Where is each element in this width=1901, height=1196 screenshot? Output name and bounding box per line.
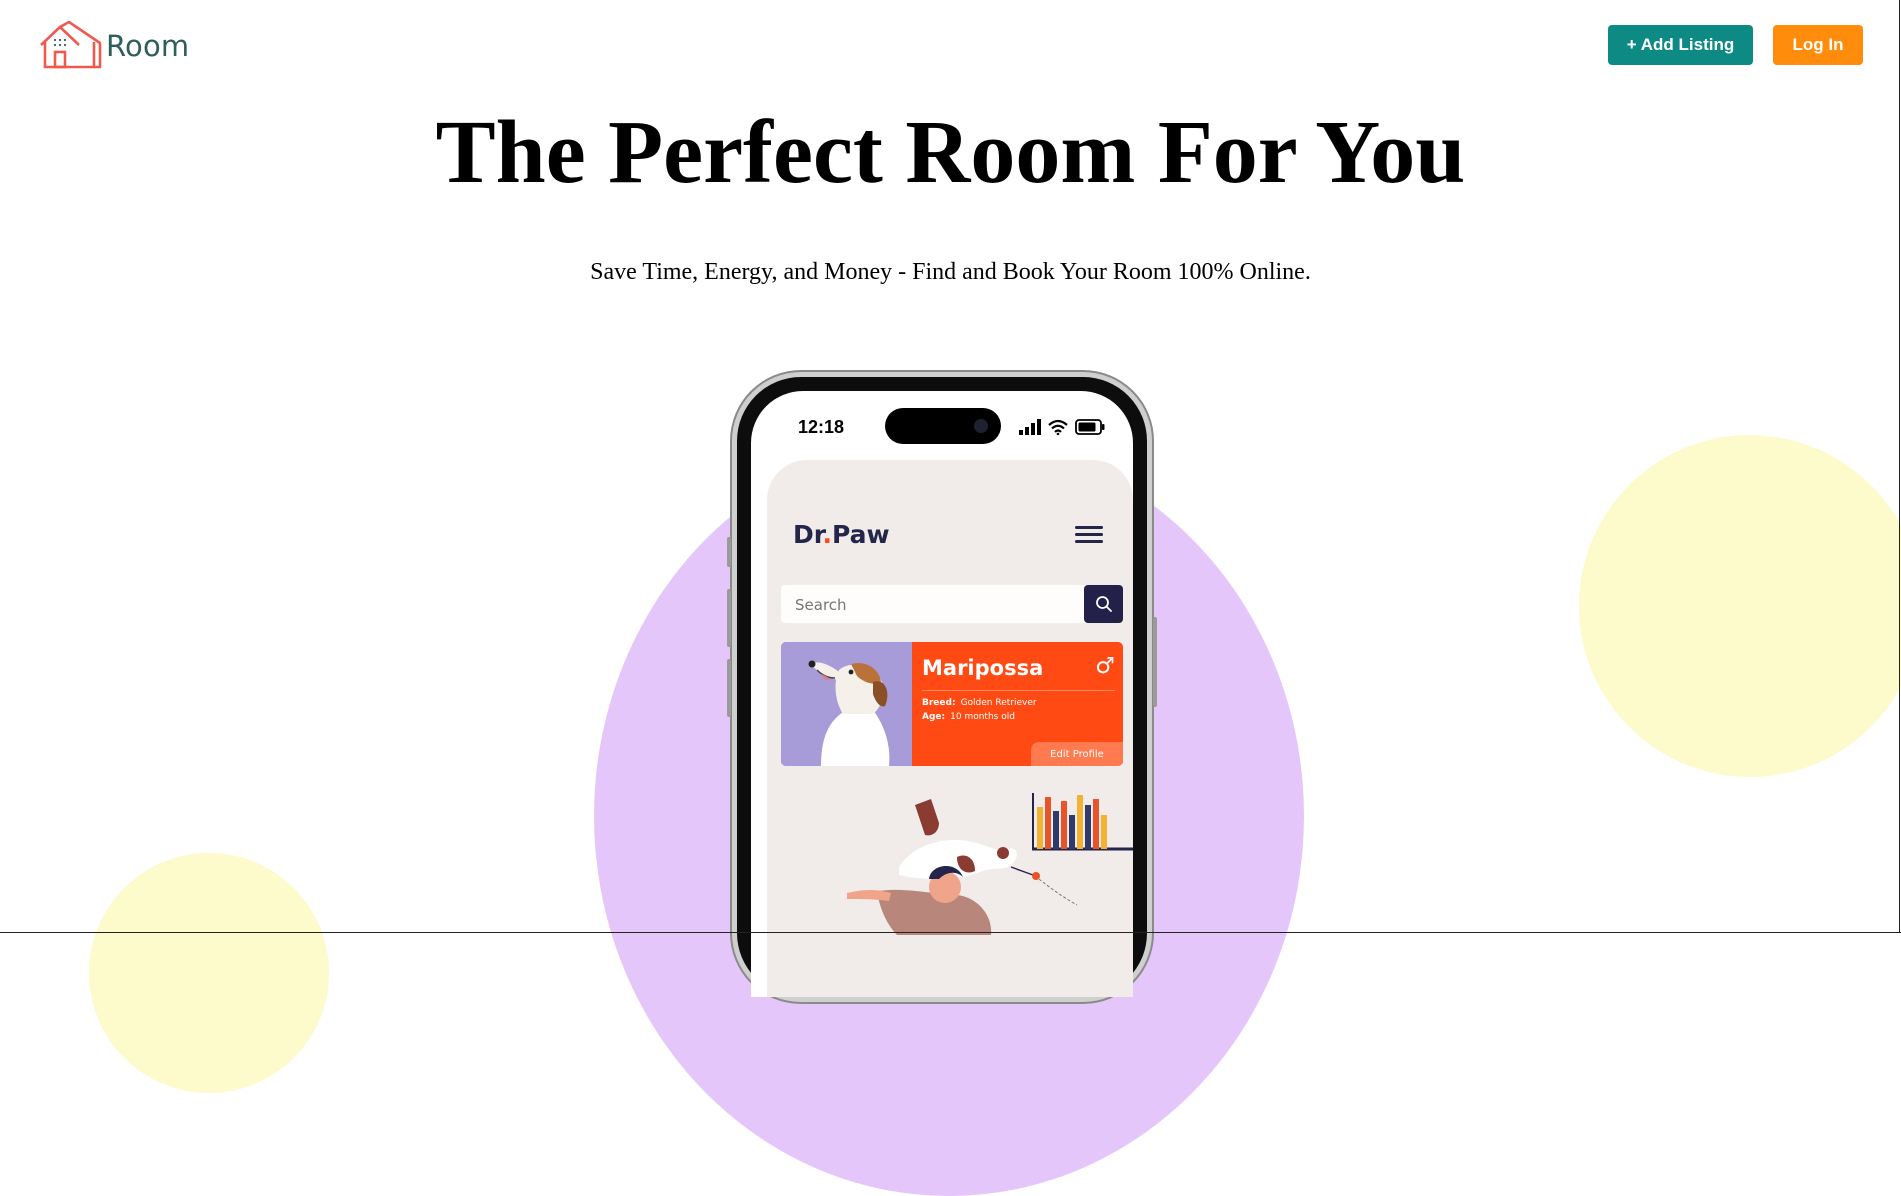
breed-label: Breed: [922, 698, 956, 708]
site-logo[interactable]: Room [38, 21, 189, 71]
app-search-button[interactable] [1084, 585, 1123, 623]
phone-volume-down-button [727, 659, 731, 717]
add-listing-button[interactable]: + Add Listing [1608, 25, 1753, 65]
phone-power-button [1153, 617, 1157, 707]
edit-profile-button[interactable]: Edit Profile [1031, 742, 1123, 766]
yellow-circle-decoration-right [1579, 435, 1901, 777]
battery-icon [1075, 419, 1105, 435]
login-button[interactable]: Log In [1773, 25, 1863, 65]
yellow-circle-decoration-left [89, 853, 329, 1093]
pet-age-row: Age: 10 months old [922, 712, 1015, 722]
hero-subtitle: Save Time, Energy, and Money - Find and … [590, 259, 1311, 285]
status-icons [1019, 419, 1105, 435]
pet-name: Maripossa [922, 656, 1044, 680]
wifi-icon [1048, 419, 1068, 435]
app-logo-part1: Dr [793, 520, 823, 549]
age-value: 10 months old [950, 712, 1015, 722]
app-search-input[interactable] [781, 585, 1087, 625]
app-search-bar [781, 585, 1123, 625]
logo-text: Room [106, 29, 190, 63]
search-icon [1095, 596, 1112, 612]
hero-title: The Perfect Room For You [435, 103, 1466, 202]
app-logo-part2: Paw [832, 520, 890, 549]
pet-profile-card[interactable]: Maripossa ♂ Breed: Golden Retriever Age: 1… [781, 642, 1123, 766]
window-border-right [1899, 0, 1900, 933]
signal-icon [1019, 419, 1041, 435]
pet-breed-row: Breed: Golden Retriever [922, 698, 1037, 708]
hamburger-menu-icon[interactable] [1075, 526, 1103, 547]
pet-owner-illustration [847, 793, 1133, 935]
breed-value: Golden Retriever [960, 698, 1037, 708]
card-divider [922, 690, 1115, 691]
app-screen: Dr.Paw Search Maripossa ♂ Breed: Golden … [767, 460, 1133, 997]
app-logo-dot: . [822, 520, 833, 549]
male-gender-icon: ♂ [1095, 654, 1115, 679]
pet-photo [781, 642, 912, 766]
phone-side-button [727, 537, 731, 567]
phone-mockup: 12:18 Dr.Paw Search Maripossa ♂ Breed: G… [727, 377, 1157, 997]
age-label: Age: [922, 712, 946, 722]
camera-icon [974, 419, 988, 433]
phone-screen: 12:18 Dr.Paw Search Maripossa ♂ Breed: G… [751, 391, 1133, 997]
app-logo[interactable]: Dr.Paw [793, 520, 890, 549]
dynamic-island [885, 408, 1001, 444]
status-time: 12:18 [798, 417, 845, 437]
house-logo-icon [40, 21, 102, 69]
phone-volume-up-button [727, 589, 731, 647]
